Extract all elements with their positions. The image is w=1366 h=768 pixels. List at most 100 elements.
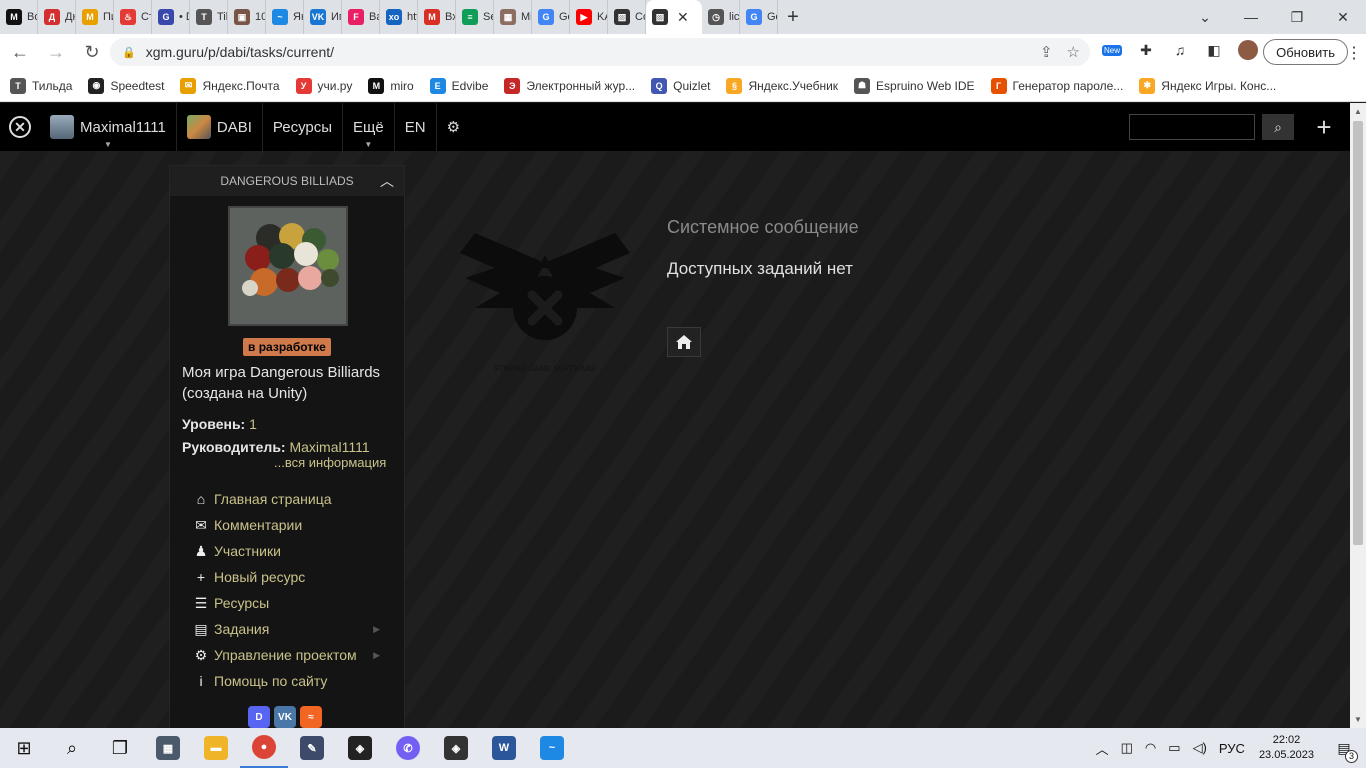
search-icon[interactable]: ⌕ (48, 728, 96, 768)
page-scrollbar[interactable]: ▲ ▼ (1350, 103, 1366, 728)
search-input[interactable] (1129, 114, 1255, 140)
clock[interactable]: 22:02 23.05.2023 (1259, 733, 1314, 763)
bookmark-item[interactable]: E Edvibe (429, 77, 488, 94)
all-info-link[interactable]: ...вся информация (274, 455, 386, 470)
browser-tab[interactable]: M Пи (76, 0, 114, 34)
sidebar-nav-item[interactable]: ⌂ Главная страница (192, 486, 392, 512)
bookmark-item[interactable]: § Яндекс.Учебник (726, 77, 838, 94)
sidebar-nav-item[interactable]: + Новый ресурс (192, 564, 392, 590)
sidebar-nav-item[interactable]: ☰ Ресурсы (192, 590, 392, 616)
bookmark-item[interactable]: Уучи.ру (295, 77, 352, 94)
add-button[interactable]: + (1308, 109, 1340, 145)
vk-icon[interactable]: VK (274, 706, 296, 728)
language-switch[interactable]: EN (395, 103, 437, 151)
yandex-disk-icon[interactable]: ~ (528, 728, 576, 768)
close-tab-icon[interactable]: ✕ (677, 9, 689, 26)
unity-icon[interactable]: ◈ (336, 728, 384, 768)
puzzle-icon[interactable]: ✚ (1134, 38, 1158, 62)
share-icon[interactable]: ⇪ (1040, 43, 1053, 61)
reload-icon[interactable]: ↻ (76, 36, 108, 68)
new-tab-icon[interactable]: + (778, 6, 808, 29)
settings-button[interactable]: ⚙ (437, 103, 470, 151)
profile-avatar[interactable] (1236, 38, 1260, 62)
start-icon[interactable]: ⊞ (0, 728, 48, 768)
bookmark-item[interactable]: ✉ Яндекс.Почта (180, 77, 280, 94)
bookmark-item[interactable]: ☗ Espruino Web IDE (854, 77, 975, 94)
bookmark-item[interactable]: T Тильда (10, 77, 72, 94)
battery-icon[interactable]: ▭ (1168, 740, 1180, 756)
project-menu[interactable]: DABI (177, 103, 263, 151)
search-button[interactable]: ⌕ (1262, 114, 1294, 140)
minimize-icon[interactable]: — (1228, 0, 1274, 34)
task-view-icon[interactable]: ❐ (96, 728, 144, 768)
sidebar-nav-item[interactable]: i Помощь по сайту (192, 668, 392, 694)
back-icon[interactable]: ← (4, 36, 36, 68)
scroll-thumb[interactable] (1353, 121, 1363, 545)
file-explorer-icon[interactable]: ▬ (192, 728, 240, 768)
collapse-icon[interactable]: ︿ (380, 171, 394, 191)
word-icon[interactable]: W (480, 728, 528, 768)
viber-icon[interactable]: ✆ (384, 728, 432, 768)
tab-search-icon[interactable]: ⌄ (1182, 0, 1228, 34)
scroll-down-icon[interactable]: ▼ (1354, 715, 1362, 724)
browser-tab[interactable]: ▣ 10( (228, 0, 266, 34)
bookmark-item[interactable]: Mmiro (368, 77, 414, 94)
browser-tab[interactable]: G Go (532, 0, 570, 34)
chevron-up-icon[interactable]: ︿ (1096, 739, 1109, 758)
resources-link[interactable]: Ресурсы (263, 103, 344, 151)
address-bar[interactable]: 🔒 xgm.guru/p/dabi/tasks/current/ ⇪ ☆ (110, 38, 1090, 66)
volume-icon[interactable]: ◁) (1193, 740, 1207, 756)
bookmark-item[interactable]: ◉ Speedtest (88, 77, 164, 94)
browser-tab[interactable]: ▨ Co (608, 0, 646, 34)
browser-tab[interactable]: G • D (152, 0, 190, 34)
menu-icon[interactable]: ⋮ (1346, 43, 1362, 63)
site-logo[interactable]: ✕ (0, 103, 40, 151)
maximize-icon[interactable]: ❐ (1274, 0, 1320, 34)
sidepanel-icon[interactable]: ◧ (1202, 38, 1226, 62)
browser-tab[interactable]: T Tik (190, 0, 228, 34)
browser-tab[interactable]: ≡ Se (456, 0, 494, 34)
bookmark-item[interactable]: ✱ Яндекс Игры. Конс... (1139, 77, 1276, 94)
media-icon[interactable]: ♫ (1168, 38, 1192, 62)
home-button[interactable] (667, 327, 701, 357)
more-menu[interactable]: Ещё ▼ (343, 103, 395, 151)
wifi-icon[interactable]: ◠ (1145, 740, 1156, 756)
language-indicator[interactable]: РУС (1219, 741, 1245, 756)
scroll-up-icon[interactable]: ▲ (1354, 107, 1362, 116)
browser-tab[interactable]: ~ Ян (266, 0, 304, 34)
notifications-icon[interactable]: ▤ 3 (1328, 740, 1360, 763)
bookmark-item[interactable]: Г Генератор пароле... (990, 77, 1123, 94)
bookmark-item[interactable]: Q Quizlet (651, 77, 710, 94)
browser-tab[interactable]: xohtt (380, 0, 418, 34)
discord-icon[interactable]: D (248, 706, 270, 728)
bookmark-star-icon[interactable]: ☆ (1067, 43, 1080, 61)
browser-tab[interactable]: F Ва (342, 0, 380, 34)
bookmark-item[interactable]: Э Электронный жур... (504, 77, 635, 94)
project-image[interactable] (228, 206, 348, 326)
browser-tab[interactable]: Д Дн (38, 0, 76, 34)
chrome-icon[interactable]: ● (240, 728, 288, 768)
browser-tab[interactable]: G Go (740, 0, 778, 34)
lead-link[interactable]: Maximal1111 (289, 439, 369, 455)
browser-tab[interactable]: VK Иг (304, 0, 342, 34)
browser-tab[interactable]: ▦ Mi (494, 0, 532, 34)
sidebar-nav-item[interactable]: ⚙ Управление проектом ▶ (192, 642, 392, 668)
news-extension-icon[interactable]: New (1100, 38, 1124, 62)
calculator-icon[interactable]: ▦ (144, 728, 192, 768)
close-window-icon[interactable]: ✕ (1320, 0, 1366, 34)
rss-icon[interactable]: ≈ (300, 706, 322, 728)
browser-tab[interactable]: ◷ lic (702, 0, 740, 34)
browser-tab[interactable]: M Во (0, 0, 38, 34)
sidebar-nav-item[interactable]: ▤ Задания ▶ (192, 616, 392, 642)
sidebar-nav-item[interactable]: ✉ Комментарии (192, 512, 392, 538)
user-menu[interactable]: Maximal1111 ▼ (40, 103, 177, 151)
browser-tab[interactable]: ▶ KA (570, 0, 608, 34)
update-button[interactable]: Обновить (1263, 39, 1348, 65)
browser-tab-active[interactable]: ▨ ✕ (646, 0, 702, 34)
browser-tab[interactable]: ♨ Ста (114, 0, 152, 34)
tray-app-icon[interactable]: ◫ (1121, 740, 1133, 756)
unity-hub-icon[interactable]: ◈ (432, 728, 480, 768)
sidebar-nav-item[interactable]: ♟ Участники (192, 538, 392, 564)
browser-tab[interactable]: M Вх (418, 0, 456, 34)
editor-icon[interactable]: ✎ (288, 728, 336, 768)
